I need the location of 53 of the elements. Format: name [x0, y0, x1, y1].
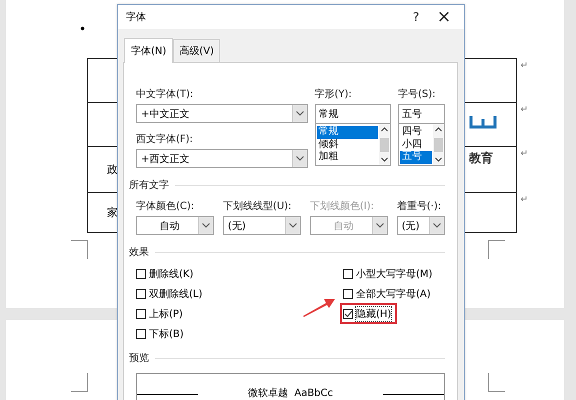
- crop-mark: [71, 373, 88, 392]
- checkbox[interactable]: 隐藏(H): [343, 306, 394, 321]
- field-label: 字形(Y):: [314, 88, 353, 101]
- bullet: •: [79, 22, 86, 36]
- field-label: 下划线线型(U):: [222, 200, 292, 213]
- field-label: 着重号(·):: [396, 200, 442, 213]
- dropdown[interactable]: 自动: [136, 216, 214, 235]
- list-item[interactable]: 加粗: [316, 151, 378, 164]
- paragraph-mark: ↵: [520, 61, 528, 71]
- section-heading: 所有文字: [129, 178, 169, 192]
- section-heading: 效果: [129, 246, 149, 259]
- checkbox[interactable]: 双删除线(L): [136, 286, 202, 301]
- list-item[interactable]: 四号: [400, 126, 432, 138]
- list-item[interactable]: 常规: [316, 126, 378, 138]
- field-label: 字号(S):: [398, 88, 436, 101]
- scroll-bar[interactable]: [433, 124, 444, 165]
- dropdown[interactable]: +中文正文: [136, 104, 308, 123]
- field-label: 字体颜色(C):: [136, 200, 196, 213]
- crop-mark: [488, 373, 505, 392]
- list-item[interactable]: 五号: [400, 151, 432, 164]
- input-field[interactable]: 五号: [398, 104, 445, 124]
- paragraph-mark: ↵: [520, 105, 528, 115]
- checkbox[interactable]: 上标(P): [136, 306, 183, 321]
- field-label: 西文字体(F):: [136, 132, 194, 146]
- dialog-title: 字体: [126, 10, 147, 24]
- table-cell-text: 政: [107, 162, 118, 177]
- close-button[interactable]: ×: [430, 7, 458, 27]
- section-heading: 预览: [129, 352, 149, 365]
- tab[interactable]: 高级(V): [173, 39, 220, 62]
- checkbox[interactable]: 删除线(K): [136, 266, 194, 281]
- dropdown[interactable]: (无): [396, 216, 445, 235]
- checkbox[interactable]: 下标(B): [136, 326, 184, 341]
- logo-text: 教育: [469, 150, 493, 167]
- preview-text: 微软卓越 AaBbCc: [247, 386, 334, 400]
- dropdown[interactable]: (无): [222, 216, 301, 235]
- paragraph-mark: ↵: [520, 149, 528, 159]
- field-label: 下划线颜色(I):: [310, 200, 375, 213]
- crop-mark: [71, 240, 88, 259]
- checkbox[interactable]: 小型大写字母(M): [343, 266, 432, 281]
- dropdown[interactable]: +西文正文: [136, 149, 308, 168]
- list-item[interactable]: 倾斜: [316, 138, 378, 151]
- logo-icon: [468, 114, 498, 130]
- crop-mark: [488, 240, 505, 259]
- table-cell-text: 家: [107, 205, 118, 220]
- paragraph-mark: ↵: [520, 195, 528, 205]
- list-item[interactable]: 小四: [400, 138, 432, 151]
- input-field[interactable]: 常规: [314, 104, 391, 124]
- arrow-icon: [302, 296, 336, 318]
- field-label: 中文字体(T):: [136, 88, 194, 101]
- checkbox[interactable]: 全部大写字母(A): [343, 286, 431, 301]
- tab[interactable]: 字体(N): [124, 38, 174, 63]
- help-button[interactable]: ?: [402, 10, 430, 24]
- scroll-bar[interactable]: [378, 124, 390, 165]
